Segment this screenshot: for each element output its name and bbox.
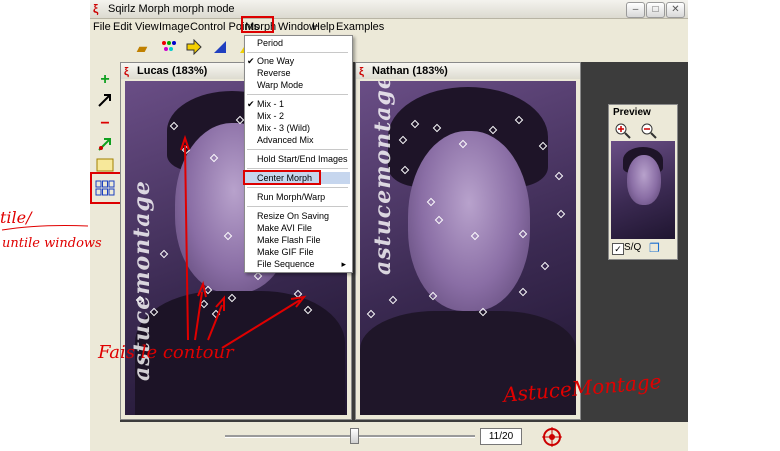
annotation-arrows	[1, 134, 307, 349]
arrow-to-chin	[194, 291, 203, 341]
arrow-to-neck	[221, 299, 301, 349]
arrow-to-cheek	[184, 144, 189, 341]
arrow-to-jaw	[207, 304, 223, 341]
contour-arrows	[180, 134, 307, 349]
annotation-underline	[1, 225, 89, 231]
